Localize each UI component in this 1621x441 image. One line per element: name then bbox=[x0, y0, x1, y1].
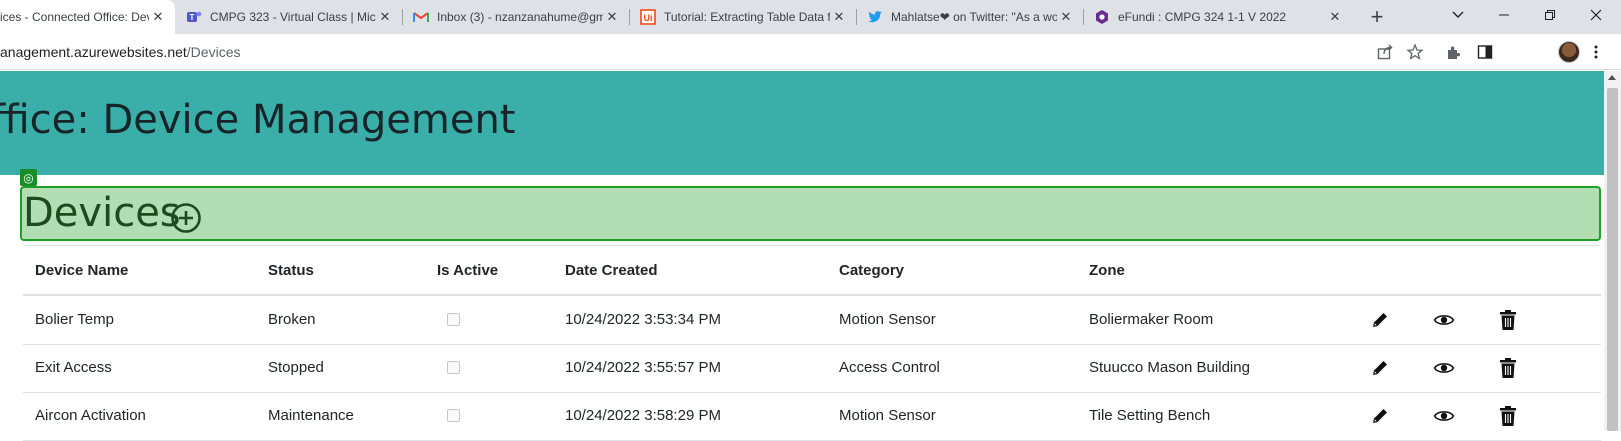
category-cell: Access Control bbox=[839, 359, 940, 376]
close-tab-icon[interactable]: ✕ bbox=[1326, 8, 1344, 26]
efundi-icon bbox=[1094, 9, 1110, 25]
device-name-cell: Exit Access bbox=[35, 359, 112, 376]
gmail-icon bbox=[413, 9, 429, 25]
date-created-cell: 10/24/2022 3:55:57 PM bbox=[565, 359, 721, 376]
is-active-checkbox[interactable] bbox=[447, 361, 460, 374]
table-row: Bolier Temp Broken 10/24/2022 3:53:34 PM… bbox=[23, 296, 1601, 345]
view-eye-icon[interactable] bbox=[1433, 405, 1455, 427]
device-name-cell: Bolier Temp bbox=[35, 311, 114, 328]
minimize-window-button[interactable] bbox=[1481, 0, 1527, 30]
edit-pencil-icon[interactable] bbox=[1369, 405, 1391, 427]
close-tab-icon[interactable]: ✕ bbox=[149, 8, 167, 26]
column-header-zone: Zone bbox=[1089, 262, 1125, 279]
category-cell: Motion Sensor bbox=[839, 407, 936, 424]
status-cell: Maintenance bbox=[268, 407, 354, 424]
category-cell: Motion Sensor bbox=[839, 311, 936, 328]
delete-trash-icon[interactable] bbox=[1497, 405, 1519, 427]
date-created-cell: 10/24/2022 3:58:29 PM bbox=[565, 407, 721, 424]
column-header-date-created: Date Created bbox=[565, 262, 658, 279]
add-device-icon[interactable] bbox=[170, 202, 202, 234]
scroll-up-arrow-icon[interactable] bbox=[1608, 75, 1616, 80]
zone-cell: Boliermaker Room bbox=[1089, 311, 1214, 328]
tab-title: ices - Connected Office: Dev bbox=[0, 10, 149, 24]
column-header-is-active: Is Active bbox=[437, 262, 499, 279]
column-header-category: Category bbox=[839, 262, 905, 279]
profile-avatar[interactable] bbox=[1558, 41, 1580, 63]
restore-window-button[interactable] bbox=[1527, 0, 1573, 30]
browser-tab[interactable]: Mahlatse❤ on Twitter: "As a wo ✕ bbox=[857, 0, 1083, 34]
zone-cell: Stuucco Mason Building bbox=[1089, 359, 1250, 376]
device-name-cell: Aircon Activation bbox=[35, 407, 146, 424]
tab-title: eFundi : CMPG 324 1-1 V 2022 bbox=[1118, 10, 1287, 24]
table-row: Exit Access Stopped 10/24/2022 3:55:57 P… bbox=[23, 344, 1601, 393]
tab-title: Mahlatse❤ on Twitter: "As a wo bbox=[891, 10, 1057, 24]
browser-tab[interactable]: eFundi : CMPG 324 1-1 V 2022 ✕ bbox=[1084, 0, 1352, 34]
vertical-scrollbar[interactable] bbox=[1604, 71, 1621, 431]
devices-section-header bbox=[20, 186, 1601, 241]
share-icon[interactable] bbox=[1375, 42, 1395, 62]
page-title: ffice: Device Management bbox=[0, 97, 516, 143]
zone-cell: Tile Setting Bench bbox=[1089, 407, 1211, 424]
side-panel-icon[interactable] bbox=[1475, 42, 1495, 62]
extensions-icon[interactable] bbox=[1444, 42, 1464, 62]
tab-title: Inbox (3) - nzanzanahume@gm bbox=[437, 10, 603, 24]
view-eye-icon[interactable] bbox=[1433, 309, 1455, 331]
column-header-status: Status bbox=[268, 262, 314, 279]
svg-text:Ui: Ui bbox=[644, 13, 653, 23]
more-menu-icon[interactable] bbox=[1586, 42, 1606, 62]
svg-text:T: T bbox=[190, 13, 195, 22]
column-header-device-name: Device Name bbox=[35, 262, 129, 279]
new-tab-button[interactable]: + bbox=[1364, 4, 1390, 30]
close-tab-icon[interactable]: ✕ bbox=[603, 8, 621, 26]
is-active-checkbox[interactable] bbox=[447, 409, 460, 422]
delete-trash-icon[interactable] bbox=[1497, 357, 1519, 379]
close-window-button[interactable] bbox=[1573, 0, 1619, 30]
is-active-checkbox[interactable] bbox=[447, 313, 460, 326]
url-path: /Devices bbox=[186, 44, 241, 60]
status-cell: Stopped bbox=[268, 359, 324, 376]
selection-marker-icon: ◎ bbox=[20, 169, 37, 186]
tab-title: CMPG 323 - Virtual Class | Micro bbox=[210, 10, 376, 24]
table-top-border bbox=[23, 245, 1601, 246]
date-created-cell: 10/24/2022 3:53:34 PM bbox=[565, 311, 721, 328]
address-bar[interactable]: anagement.azurewebsites.net/Devices bbox=[0, 44, 240, 60]
tab-strip: ices - Connected Office: Dev ✕ T CMPG 32… bbox=[0, 0, 1621, 34]
uipath-icon: Ui bbox=[640, 9, 656, 25]
delete-trash-icon[interactable] bbox=[1497, 309, 1519, 331]
browser-tab[interactable]: Inbox (3) - nzanzanahume@gm ✕ bbox=[403, 0, 629, 34]
edit-pencil-icon[interactable] bbox=[1369, 357, 1391, 379]
twitter-icon bbox=[867, 9, 883, 25]
table-row: Aircon Activation Maintenance 10/24/2022… bbox=[23, 392, 1601, 441]
teams-icon: T bbox=[186, 9, 202, 25]
status-cell: Broken bbox=[268, 311, 316, 328]
tab-search-icon[interactable] bbox=[1435, 0, 1481, 30]
browser-tab-active[interactable]: ices - Connected Office: Dev ✕ bbox=[0, 0, 175, 34]
close-tab-icon[interactable]: ✕ bbox=[830, 8, 848, 26]
browser-tab[interactable]: T CMPG 323 - Virtual Class | Micro ✕ bbox=[176, 0, 402, 34]
close-tab-icon[interactable]: ✕ bbox=[376, 8, 394, 26]
bookmark-star-icon[interactable] bbox=[1405, 42, 1425, 62]
browser-tab[interactable]: Ui Tutorial: Extracting Table Data fr ✕ bbox=[630, 0, 856, 34]
section-title: Devices bbox=[23, 190, 181, 236]
tab-title: Tutorial: Extracting Table Data fr bbox=[664, 10, 830, 24]
scrollbar-thumb[interactable] bbox=[1607, 88, 1618, 431]
edit-pencil-icon[interactable] bbox=[1369, 309, 1391, 331]
view-eye-icon[interactable] bbox=[1433, 357, 1455, 379]
close-tab-icon[interactable]: ✕ bbox=[1057, 8, 1075, 26]
url-host: anagement.azurewebsites.net bbox=[0, 44, 187, 60]
